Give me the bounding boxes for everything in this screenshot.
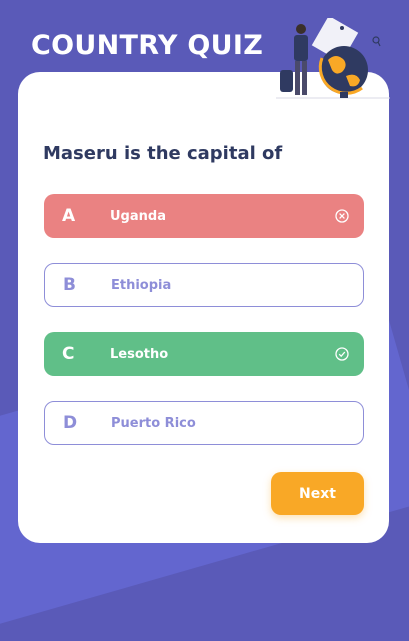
- answer-option-c[interactable]: C Lesotho: [44, 332, 364, 376]
- option-label: Ethiopia: [111, 277, 172, 293]
- option-letter: C: [62, 344, 75, 364]
- option-letter: B: [63, 275, 76, 295]
- option-letter: A: [62, 206, 76, 226]
- option-label: Puerto Rico: [111, 415, 196, 431]
- question-text: Maseru is the capital of: [43, 143, 283, 164]
- traveler-globe-illustration: [276, 18, 390, 99]
- x-circle-icon: [327, 209, 357, 223]
- app-title: COUNTRY QUIZ: [31, 30, 264, 61]
- option-label: Lesotho: [110, 346, 169, 362]
- option-letter: D: [63, 413, 78, 433]
- option-label: Uganda: [110, 208, 166, 224]
- check-circle-icon: [327, 347, 357, 361]
- next-button[interactable]: Next: [271, 472, 364, 515]
- answer-option-a[interactable]: A Uganda: [44, 194, 364, 238]
- answer-option-d[interactable]: D Puerto Rico: [44, 401, 364, 445]
- answer-option-b[interactable]: B Ethiopia: [44, 263, 364, 307]
